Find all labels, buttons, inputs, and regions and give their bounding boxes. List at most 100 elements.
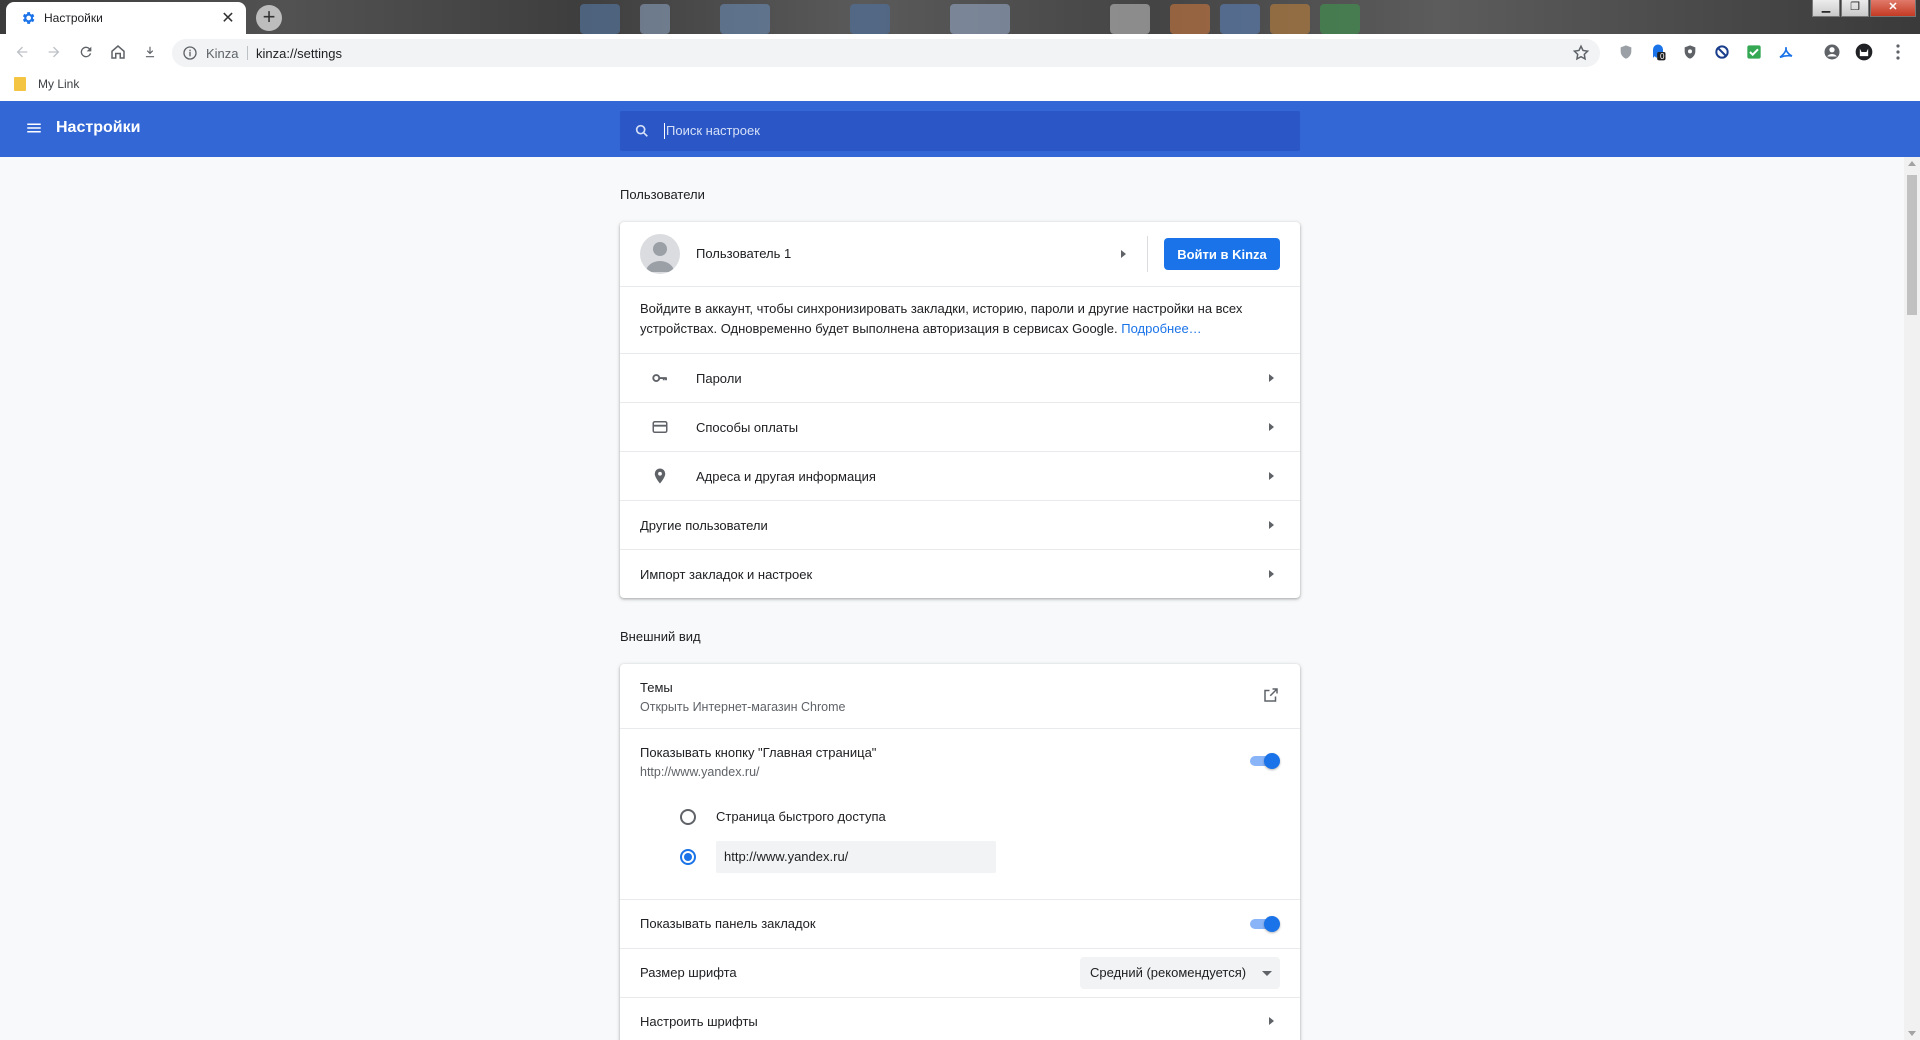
toggle-knob [1264,916,1280,932]
home-button-row: Показывать кнопку "Главная страница" htt… [620,728,1300,899]
tab-close-icon[interactable]: ✕ [218,8,238,28]
themes-row[interactable]: Темы Открыть Интернет-магазин Chrome [620,664,1300,728]
browser-toolbar: Kinza kinza://settings 0 [0,34,1920,70]
chevron-right-icon [1269,374,1274,382]
address-bar[interactable]: Kinza kinza://settings [172,39,1600,67]
customize-fonts-label: Настроить шрифты [640,1014,758,1029]
themes-label: Темы [640,680,673,695]
hamburger-menu-icon[interactable] [25,119,43,137]
toggle-knob [1264,753,1280,769]
settings-header: Настройки Поиск настроек [0,101,1920,157]
folder-icon [14,77,26,91]
restore-button[interactable]: ❐ [1841,0,1869,17]
forward-arrow-icon[interactable] [42,40,66,64]
download-icon[interactable] [138,40,162,64]
gear-icon [20,10,36,26]
themes-sublabel: Открыть Интернет-магазин Chrome [640,700,846,714]
block-icon[interactable] [1710,40,1734,64]
acrobat-extension-icon[interactable] [1774,40,1798,64]
profile-row[interactable]: Пользователь 1 Войти в Kinza [620,222,1300,286]
checkmark-extension-icon[interactable] [1742,40,1766,64]
users-card: Пользователь 1 Войти в Kinza Войдите в а… [620,222,1300,598]
bookmarks-bar-row: Показывать панель закладок [620,899,1300,948]
section-title-appearance: Внешний вид [620,629,701,644]
addresses-row[interactable]: Адреса и другая информация [620,451,1300,500]
account-icon[interactable] [1820,40,1844,64]
import-label: Импорт закладок и настроек [640,567,813,582]
bookmarks-bar-label: Показывать панель закладок [640,916,816,931]
font-size-select[interactable]: Средний (рекомендуется) [1080,957,1280,989]
vertical-divider [1147,236,1148,272]
font-size-label: Размер шрифта [640,965,737,980]
avatar [640,234,680,274]
reload-icon[interactable] [74,40,98,64]
chevron-right-icon [1269,521,1274,529]
extension-badge: 0 [1660,52,1665,61]
tab-strip: Настройки ✕ + ▁ ❐ ✕ [0,0,1920,34]
site-name: Kinza [206,46,239,61]
text-caret [664,123,665,139]
address-divider [247,46,248,60]
open-external-icon[interactable] [1262,686,1280,704]
passwords-row[interactable]: Пароли [620,353,1300,402]
menu-dots-icon[interactable] [1886,40,1910,64]
chevron-right-icon [1269,1017,1274,1025]
site-info-icon[interactable] [182,45,198,61]
shield-extension-icon[interactable] [1614,40,1638,64]
radio-new-tab-label: Страница быстрого доступа [716,809,886,824]
customize-fonts-row[interactable]: Настроить шрифты [620,997,1300,1040]
close-window-button[interactable]: ✕ [1870,0,1916,17]
learn-more-link[interactable]: Подробнее… [1121,321,1201,336]
new-tab-button[interactable]: + [256,5,282,31]
dropdown-arrow-icon [1262,971,1272,976]
window-controls: ▁ ❐ ✕ [1811,0,1916,17]
search-icon [634,123,650,139]
back-arrow-icon[interactable] [10,40,34,64]
radio-custom-url[interactable] [680,849,696,865]
other-users-label: Другие пользователи [640,518,768,533]
page-title: Настройки [56,119,141,136]
profile-arrow-icon [1121,250,1126,258]
home-button-label: Показывать кнопку "Главная страница" [640,745,877,760]
import-row[interactable]: Импорт закладок и настроек [620,549,1300,598]
url-text[interactable]: kinza://settings [256,46,342,61]
tab-title: Настройки [44,11,103,25]
scroll-down-arrow-icon[interactable] [1908,1031,1916,1036]
chevron-right-icon [1269,423,1274,431]
home-url-input[interactable]: http://www.yandex.ru/ [716,841,996,873]
font-size-row: Размер шрифта Средний (рекомендуется) [620,948,1300,997]
ghostery-extension-icon[interactable]: 0 [1646,40,1670,64]
home-button-toggle[interactable] [1248,753,1280,769]
bookmarks-bar: My Link [0,70,1920,102]
signin-button[interactable]: Войти в Kinza [1164,238,1280,270]
bookmark-label: My Link [38,77,80,91]
passwords-label: Пароли [696,371,742,386]
scroll-up-arrow-icon[interactable] [1908,161,1916,166]
home-url-sublabel: http://www.yandex.ru/ [640,765,760,779]
chevron-right-icon [1269,570,1274,578]
bookmark-item[interactable]: My Link [14,77,79,91]
payment-methods-label: Способы оплаты [696,420,799,435]
chevron-right-icon [1269,472,1274,480]
search-placeholder: Поиск настроек [666,123,760,138]
bookmark-star-icon[interactable] [1572,44,1590,62]
security-shield-icon[interactable] [1678,40,1702,64]
scroll-thumb[interactable] [1907,175,1917,315]
bookmarks-bar-toggle[interactable] [1248,916,1280,932]
profile-avatar-icon[interactable] [1852,40,1876,64]
payment-methods-row[interactable]: Способы оплаты [620,402,1300,451]
minimize-button[interactable]: ▁ [1812,0,1840,17]
page-scrollbar[interactable] [1904,157,1920,1040]
tab-settings[interactable]: Настройки ✕ [6,2,246,34]
profile-name: Пользователь 1 [696,246,792,261]
other-users-row[interactable]: Другие пользователи [620,500,1300,549]
location-pin-icon [650,466,670,486]
settings-content: Пользователи Пользователь 1 Войти в Kinz… [0,157,1904,1040]
home-icon[interactable] [106,40,130,64]
appearance-card: Темы Открыть Интернет-магазин Chrome Пок… [620,664,1300,1040]
credit-card-icon [650,417,670,437]
settings-search-input[interactable]: Поиск настроек [620,111,1300,151]
font-size-value: Средний (рекомендуется) [1090,965,1247,980]
section-title-users: Пользователи [620,187,705,202]
radio-new-tab-page[interactable] [680,809,696,825]
